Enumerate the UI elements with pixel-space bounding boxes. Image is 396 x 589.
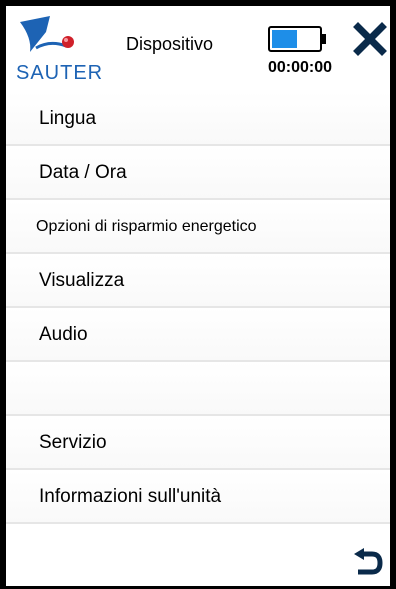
- timer-display: 00:00:00: [268, 59, 333, 76]
- menu-item-label: Opzioni di risparmio energetico: [36, 218, 257, 235]
- menu-item-empty[interactable]: [6, 362, 390, 416]
- page-title: Dispositivo: [126, 34, 214, 54]
- close-icon[interactable]: [353, 22, 387, 56]
- device-screen: SAUTER Dispositivo 00:00:00 Lingua Data …: [6, 6, 390, 586]
- logo-text: SAUTER: [16, 62, 104, 84]
- menu-item-audio[interactable]: Audio: [6, 308, 390, 362]
- menu-item-label: Informazioni sull'unità: [39, 486, 222, 507]
- settings-menu: Lingua Data / Ora Opzioni di risparmio e…: [6, 92, 390, 524]
- menu-item-info-unita[interactable]: Informazioni sull'unità: [6, 470, 390, 524]
- menu-item-visualizza[interactable]: Visualizza: [6, 254, 390, 308]
- battery-icon: [268, 26, 328, 52]
- menu-item-label: Audio: [39, 324, 88, 345]
- menu-item-label: Lingua: [39, 108, 97, 129]
- menu-item-lingua[interactable]: Lingua: [6, 92, 390, 146]
- back-arrow-icon[interactable]: [352, 548, 384, 578]
- footer: [6, 536, 390, 586]
- menu-item-data-ora[interactable]: Data / Ora: [6, 146, 390, 200]
- menu-item-label: Visualizza: [39, 270, 125, 291]
- menu-item-servizio[interactable]: Servizio: [6, 416, 390, 470]
- header: SAUTER Dispositivo 00:00:00: [6, 6, 390, 90]
- menu-item-power-saving[interactable]: Opzioni di risparmio energetico: [6, 200, 390, 254]
- menu-item-label: Servizio: [39, 432, 107, 453]
- sauter-logo: SAUTER: [10, 12, 102, 88]
- menu-item-label: Data / Ora: [39, 162, 127, 183]
